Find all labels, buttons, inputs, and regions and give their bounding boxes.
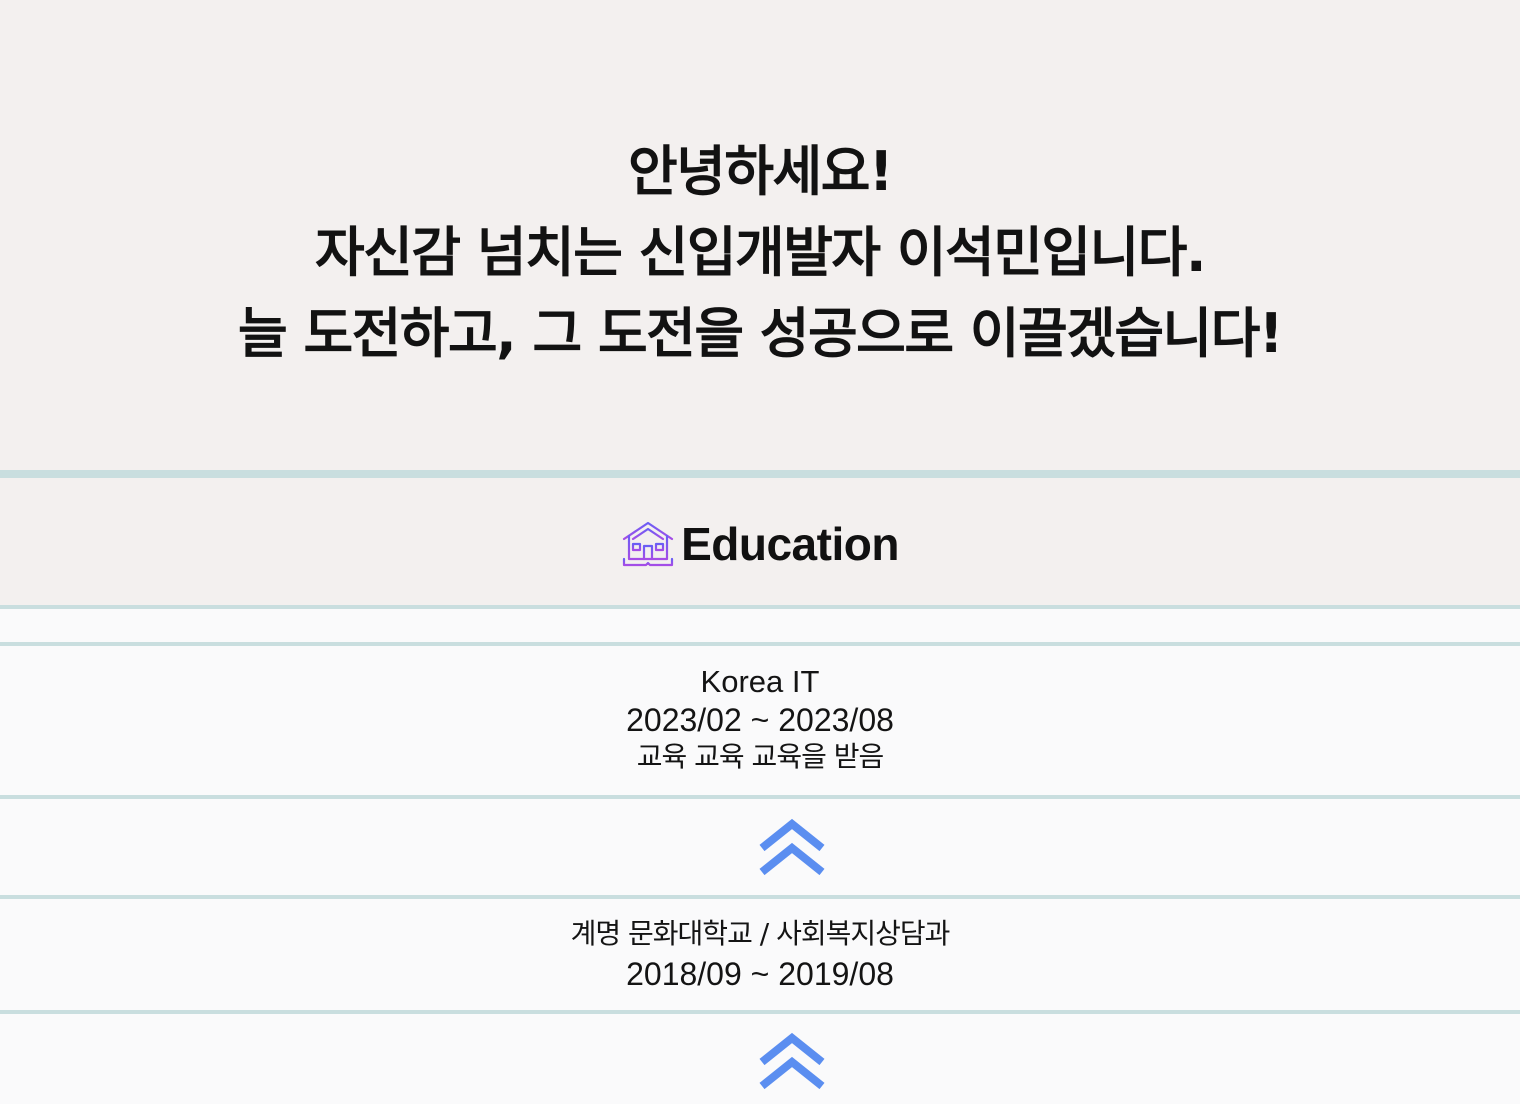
school-icon [622,521,674,566]
portfolio-page: 안녕하세요! 자신감 넘치는 신입개발자 이석민입니다. 늘 도전하고, 그 도… [0,0,1520,1104]
education-entry: 계명 문화대학교 / 사회복지상담과 2018/09 ~ 2019/08 [0,914,1520,994]
intro-line-greeting: 안녕하세요! [627,139,894,203]
entry-school-name: 계명 문화대학교 / 사회복지상담과 [570,917,951,950]
section-divider [0,642,1520,646]
entry-period: 2018/09 ~ 2019/08 [626,956,894,992]
intro-heading: 안녕하세요! 자신감 넘치는 신입개발자 이석민입니다. 늘 도전하고, 그 도… [237,131,1284,374]
entry-divider [0,895,1520,899]
intro-line-name: 자신감 넘치는 신입개발자 이석민입니다. [315,220,1206,284]
entry-divider [0,1010,1520,1014]
double-chevron-up-icon [759,1032,825,1090]
education-title-group: Education [621,517,899,571]
section-divider [0,470,1520,478]
intro-line-motto: 늘 도전하고, 그 도전을 성공으로 이끌겠습니다! [237,301,1284,365]
education-title: Education [681,517,899,570]
entry-description: 교육 교육 교육을 받음 [636,740,885,773]
education-header: Education [0,478,1520,605]
intro-section: 안녕하세요! 자신감 넘치는 신입개발자 이석민입니다. 늘 도전하고, 그 도… [0,0,1520,470]
entry-period: 2023/02 ~ 2023/08 [626,702,894,738]
entry-school-name: Korea IT [700,664,820,699]
entry-divider [0,795,1520,799]
education-entry: Korea IT 2023/02 ~ 2023/08 교육 교육 교육을 받음 [0,663,1520,775]
double-chevron-up-icon [759,818,825,876]
section-divider [0,605,1520,609]
